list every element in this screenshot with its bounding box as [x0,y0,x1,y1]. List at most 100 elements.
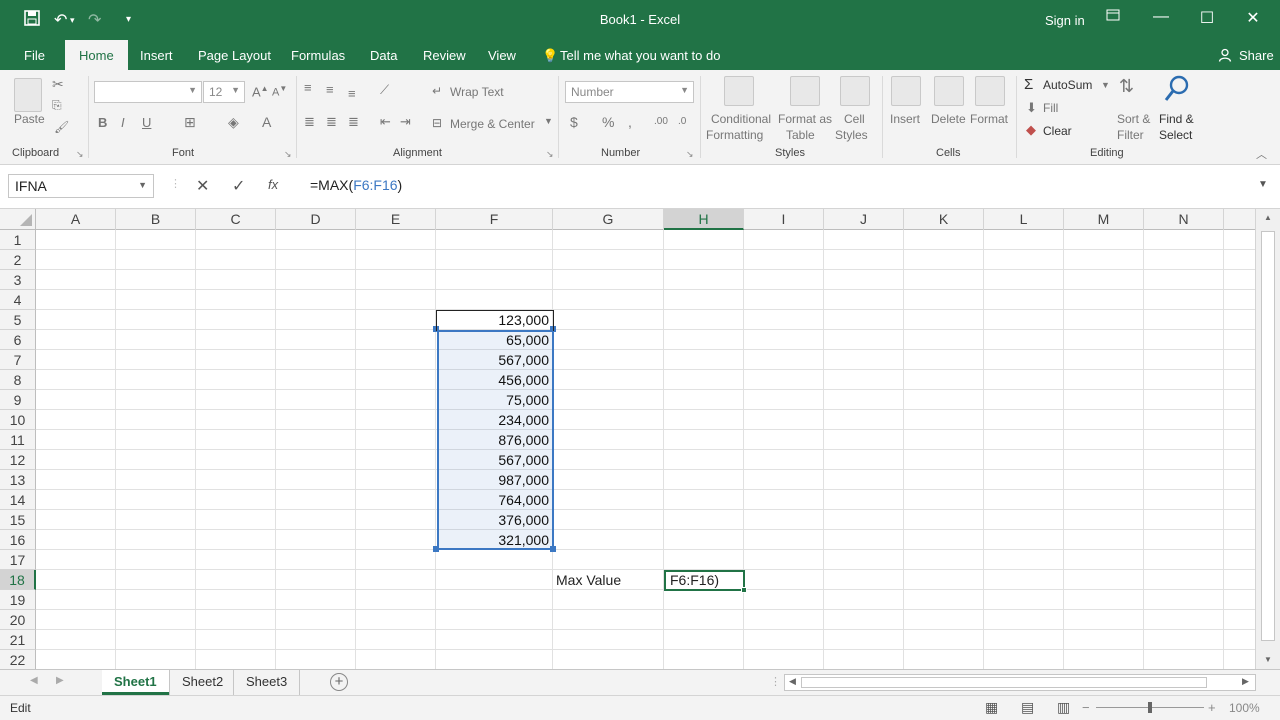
column-header-i[interactable]: I [744,209,824,230]
page-break-view-icon[interactable]: ▥ [1057,699,1070,716]
delete-cells-button[interactable]: Delete [931,112,966,126]
row-header[interactable]: 5 [0,310,36,330]
font-name-combo[interactable]: ▼ [94,81,202,103]
tab-data[interactable]: Data [370,48,397,63]
cell-value[interactable]: 456,000 [436,370,553,390]
middle-align-icon[interactable]: ≡ [326,82,334,97]
conditional-formatting-icon[interactable] [724,76,754,106]
sort-filter-button[interactable]: Sort & [1117,112,1150,126]
tab-view[interactable]: View [488,48,516,63]
tab-review[interactable]: Review [423,48,466,63]
maximize-icon[interactable]: ☐ [1192,8,1222,28]
chevron-down-icon[interactable]: ▼ [544,116,553,126]
row-header[interactable]: 13 [0,470,36,490]
fill-button[interactable]: Fill [1043,101,1058,115]
prev-sheet-icon[interactable]: ◀ [30,675,38,686]
column-header-e[interactable]: E [356,209,436,230]
font-launcher-icon[interactable]: ↘ [284,149,292,160]
column-header-m[interactable]: M [1064,209,1144,230]
tab-split-icon[interactable]: ⋮ [770,675,781,688]
column-header-d[interactable]: D [276,209,356,230]
insert-cells-icon[interactable] [891,76,921,106]
format-painter-icon[interactable]: 🖌 [54,120,69,134]
delete-cells-icon[interactable] [934,76,964,106]
row-header[interactable]: 20 [0,610,36,630]
increase-font-icon[interactable]: A▲ [252,84,269,99]
column-header-a[interactable]: A [36,209,116,230]
cell-value[interactable]: 234,000 [436,410,553,430]
currency-icon[interactable]: $ [570,114,578,130]
find-select-icon[interactable] [1163,74,1191,107]
tell-me-box[interactable]: Tell me what you want to do [560,48,720,63]
cell-grid[interactable] [36,230,1255,669]
next-sheet-icon[interactable]: ▶ [56,675,64,686]
underline-icon[interactable]: U [142,115,151,130]
paste-icon[interactable] [14,78,42,112]
row-header[interactable]: 3 [0,270,36,290]
scroll-down-icon[interactable]: ▼ [1264,655,1272,664]
alignment-launcher-icon[interactable]: ↘ [546,149,554,160]
ribbon-display-icon[interactable] [1098,8,1128,27]
merge-center-button[interactable]: Merge & Center [450,117,535,131]
orientation-icon[interactable]: ⟋ [380,82,389,98]
column-header-g[interactable]: G [553,209,664,230]
row-header[interactable]: 4 [0,290,36,310]
italic-icon[interactable]: I [121,115,125,130]
conditional-formatting-button[interactable]: Conditional [709,112,773,126]
column-header-f[interactable]: F [436,209,553,230]
chevron-down-icon[interactable]: ▼ [1101,80,1110,90]
paste-button[interactable]: Paste [14,112,45,126]
increase-indent-icon[interactable]: ⇥ [400,114,411,130]
row-header[interactable]: 15 [0,510,36,530]
column-header-h[interactable]: H [664,209,744,230]
row-header[interactable]: 7 [0,350,36,370]
cell-value[interactable]: 123,000 [436,310,553,330]
horizontal-scrollbar[interactable]: ◀ ▶ [784,674,1256,691]
row-header[interactable]: 11 [0,430,36,450]
minimize-icon[interactable]: — [1146,8,1176,26]
collapse-ribbon-icon[interactable]: ︿ [1256,146,1267,162]
scroll-up-icon[interactable]: ▲ [1264,213,1272,222]
vertical-scrollbar[interactable]: ▲ ▼ [1255,209,1280,669]
select-all-corner[interactable] [0,209,36,230]
close-icon[interactable]: ✕ [1238,8,1268,28]
row-header[interactable]: 1 [0,230,36,250]
column-header-j[interactable]: J [824,209,904,230]
format-cells-icon[interactable] [975,76,1005,106]
wrap-text-button[interactable]: Wrap Text [450,85,504,99]
tab-insert[interactable]: Insert [140,48,173,63]
cell-value[interactable]: 987,000 [436,470,553,490]
cell-value[interactable]: 321,000 [436,530,553,550]
font-color-icon[interactable]: A [262,114,271,130]
column-header-n[interactable]: N [1144,209,1224,230]
row-header[interactable]: 22 [0,650,36,670]
page-layout-view-icon[interactable]: ▤ [1021,699,1034,716]
row-header[interactable]: 17 [0,550,36,570]
expand-formula-bar-icon[interactable]: ▼ [1258,179,1268,190]
decrease-font-icon[interactable]: A▼ [272,84,287,99]
share-button[interactable]: Share [1239,48,1274,63]
bold-icon[interactable]: B [98,115,107,130]
row-header[interactable]: 8 [0,370,36,390]
cell-value[interactable]: 567,000 [436,350,553,370]
row-header[interactable]: 10 [0,410,36,430]
cell-styles-icon[interactable] [840,76,870,106]
sort-filter-icon[interactable]: ⇅ [1119,76,1134,97]
comma-style-icon[interactable]: , [628,114,632,130]
clipboard-launcher-icon[interactable]: ↘ [76,149,84,160]
sheet-tab-sheet1[interactable]: Sheet1 [102,670,169,695]
scroll-left-icon[interactable]: ◀ [789,676,796,687]
row-header[interactable]: 6 [0,330,36,350]
insert-cells-button[interactable]: Insert [890,112,920,126]
column-header-l[interactable]: L [984,209,1064,230]
sheet-tab-sheet3[interactable]: Sheet3 [233,670,301,695]
row-header[interactable]: 16 [0,530,36,550]
row-header[interactable]: 9 [0,390,36,410]
row-header[interactable]: 21 [0,630,36,650]
number-format-combo[interactable]: Number ▼ [565,81,694,103]
borders-icon[interactable]: ⊞ [184,114,196,131]
decrease-decimal-icon[interactable]: .0 [678,116,686,127]
tab-home[interactable]: Home [65,40,128,70]
new-sheet-icon[interactable]: + [330,673,348,691]
cell-styles-button[interactable]: Cell [844,112,865,126]
